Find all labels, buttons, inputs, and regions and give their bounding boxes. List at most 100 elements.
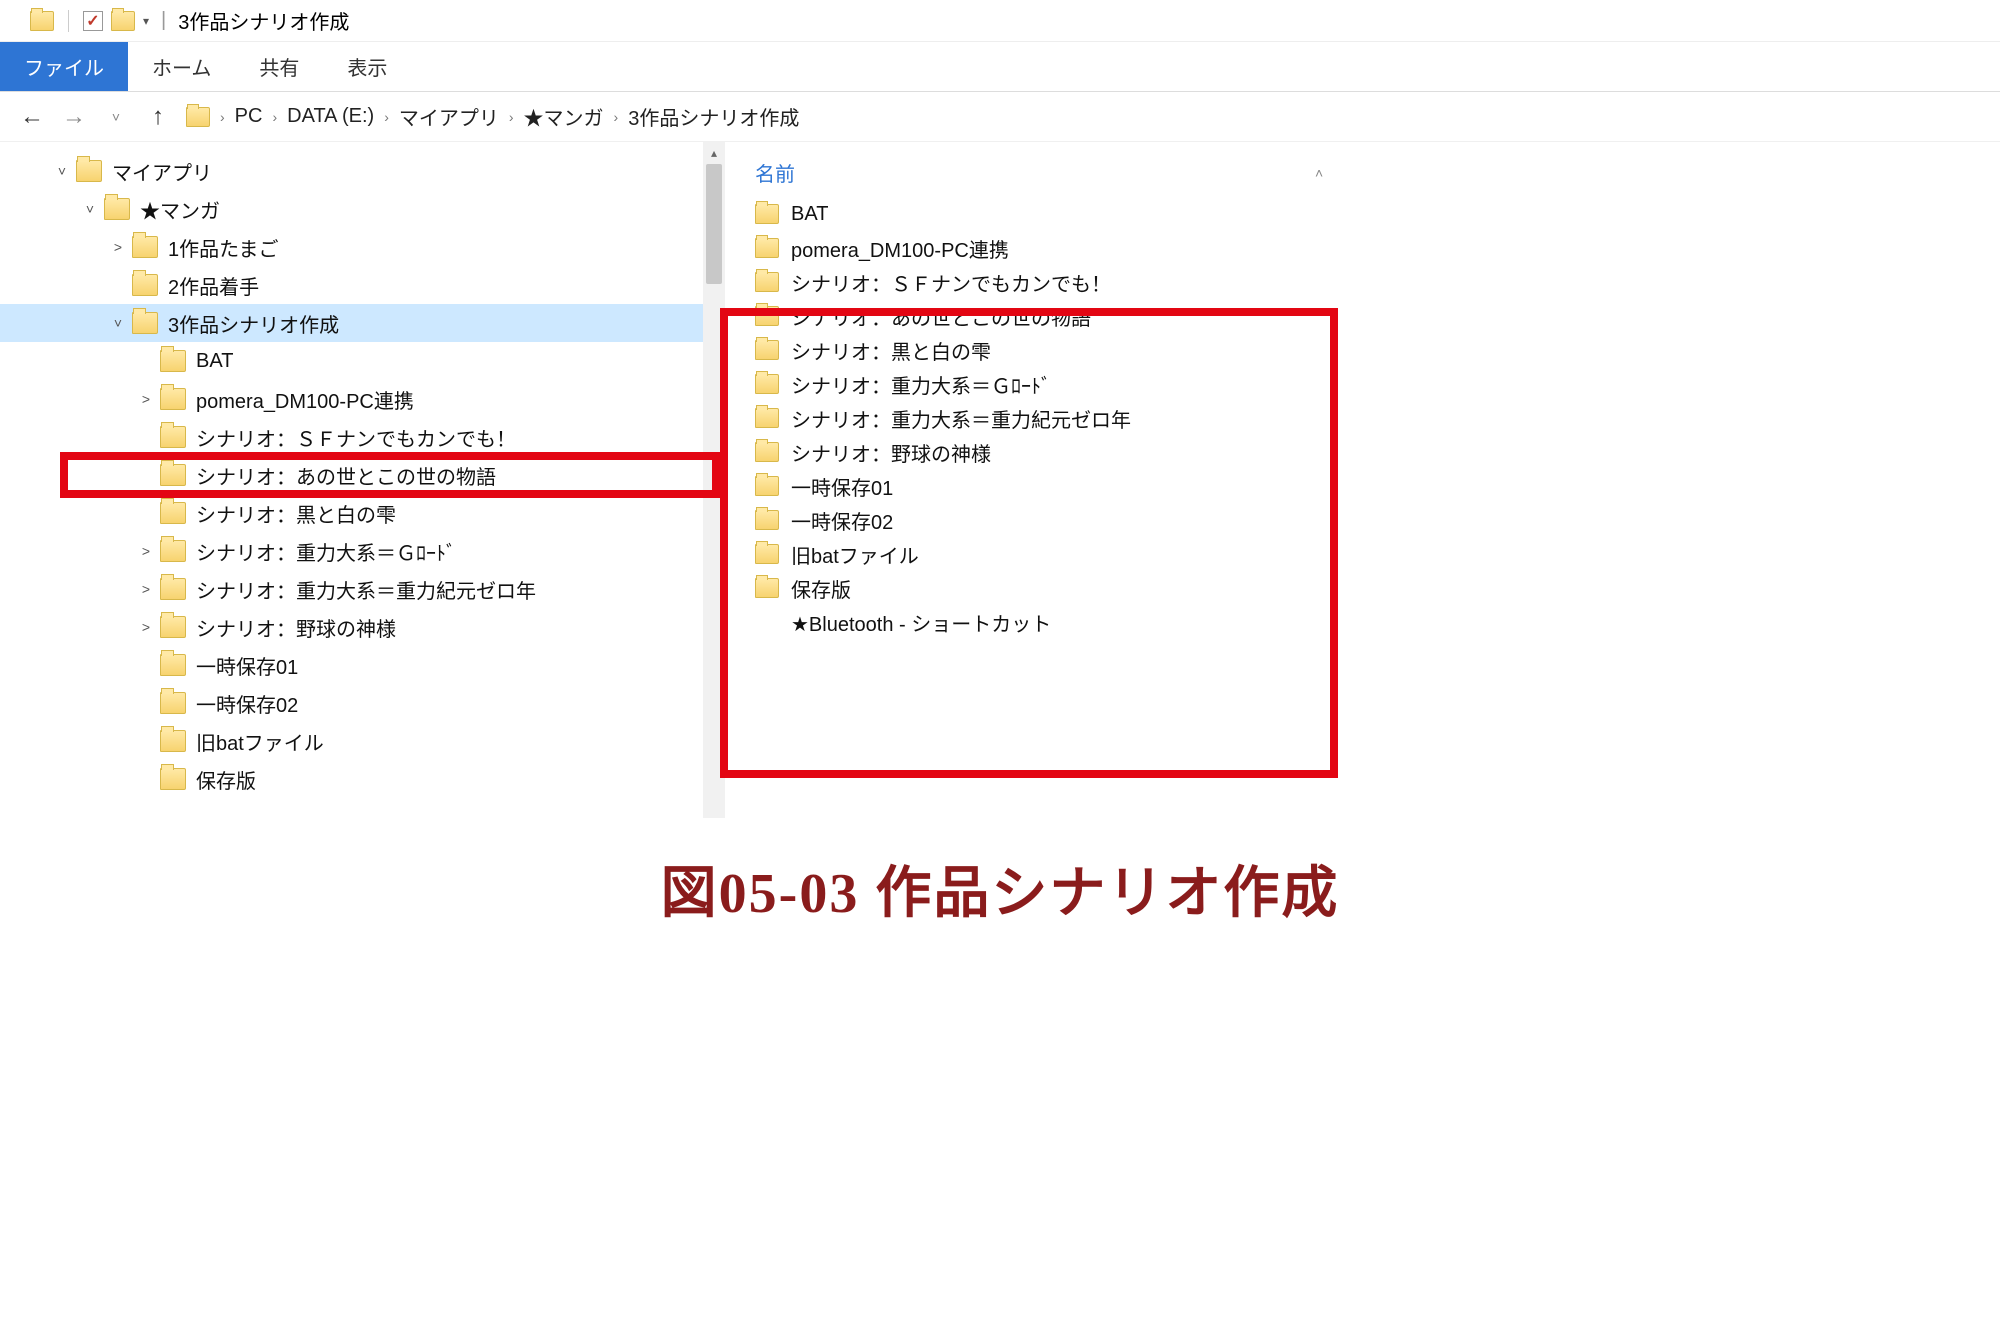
tree-item[interactable]: ˅ ★マンガ — [0, 190, 725, 228]
ribbon-tabs: ファイル ホーム 共有 表示 — [0, 42, 2000, 92]
tab-home[interactable]: ホーム — [128, 42, 235, 91]
tree-item-label: シナリオ：野球の神様 — [196, 613, 396, 642]
tree-item[interactable]: >2作品着手 — [0, 266, 725, 304]
tree-item-label: ★マンガ — [140, 195, 220, 224]
qat-separator — [68, 10, 69, 32]
list-item[interactable]: pomera_DM100-PC連携 — [755, 231, 1990, 265]
breadcrumb[interactable]: › PC › DATA (E:) › マイアプリ › ★マンガ › 3作品シナリ… — [186, 102, 799, 131]
folder-icon — [160, 540, 186, 562]
annotation-box-right — [720, 308, 1338, 778]
tree-item-label: pomera_DM100-PC連携 — [196, 385, 414, 414]
chevron-right-icon[interactable]: > — [132, 581, 160, 597]
folder-icon — [160, 578, 186, 600]
folder-icon — [76, 160, 102, 182]
content-area: ˅マイアプリ˅★マンガ>1作品たまご>2作品着手˅3作品シナリオ作成>BAT>p… — [0, 142, 2000, 929]
scroll-up-icon[interactable]: ▴ — [703, 142, 725, 164]
tree-item[interactable]: >シナリオ：黒と白の雫 — [0, 494, 725, 532]
folder-icon — [160, 692, 186, 714]
chevron-down-icon[interactable]: ˅ — [76, 201, 104, 217]
qat-dropdown[interactable]: ▾ — [143, 14, 149, 28]
tree-item-label: 一時保存01 — [196, 651, 298, 680]
folder-icon — [132, 274, 158, 296]
nav-up-button[interactable]: ↑ — [144, 103, 172, 131]
nav-back-button[interactable]: ← — [18, 103, 46, 131]
folder-icon — [755, 272, 779, 292]
folder-icon — [160, 502, 186, 524]
folder-icon — [132, 236, 158, 258]
breadcrumb-segment[interactable]: 3作品シナリオ作成 — [628, 102, 799, 131]
tree-item-label: シナリオ：重力大系＝重力紀元ゼロ年 — [196, 575, 536, 604]
tree-item[interactable]: >シナリオ：ＳＦナンでもカンでも！ — [0, 418, 725, 456]
folder-icon — [160, 388, 186, 410]
tree-item[interactable]: > pomera_DM100-PC連携 — [0, 380, 725, 418]
chevron-right-icon[interactable]: > — [104, 239, 132, 255]
chevron-right-icon[interactable]: › — [509, 109, 514, 125]
tree-item-label: 1作品たまご — [168, 233, 279, 262]
chevron-right-icon[interactable]: > — [132, 619, 160, 635]
titlebar: ✓ ▾ | 3作品シナリオ作成 — [0, 0, 2000, 42]
qat-folder-icon — [111, 11, 135, 31]
chevron-right-icon[interactable]: > — [132, 543, 160, 559]
breadcrumb-segment[interactable]: PC — [235, 105, 263, 128]
tree-item-label: 2作品着手 — [168, 271, 259, 300]
tab-share[interactable]: 共有 — [235, 42, 323, 91]
folder-icon — [132, 312, 158, 334]
nav-forward-button[interactable]: → — [60, 103, 88, 131]
column-header-name[interactable]: 名前 ˄ — [755, 152, 1990, 197]
title-separator: | — [161, 9, 166, 32]
tree-item[interactable]: ˅マイアプリ — [0, 152, 725, 190]
tree-item[interactable]: >旧batファイル — [0, 722, 725, 760]
sort-indicator-icon: ˄ — [1315, 165, 1323, 181]
tree-item[interactable]: >BAT — [0, 342, 725, 380]
qat-checkbox-button[interactable]: ✓ — [83, 11, 103, 31]
tree-item-label: 旧batファイル — [196, 727, 324, 756]
breadcrumb-segment[interactable]: ★マンガ — [524, 102, 604, 131]
tree-item-label: 3作品シナリオ作成 — [168, 309, 339, 338]
folder-icon — [755, 238, 779, 258]
tab-view[interactable]: 表示 — [323, 42, 411, 91]
chevron-right-icon[interactable]: › — [220, 109, 225, 125]
breadcrumb-folder-icon — [186, 107, 210, 127]
chevron-down-icon[interactable]: ˅ — [104, 315, 132, 331]
list-item-label: シナリオ：ＳＦナンでもカンでも！ — [791, 268, 1111, 297]
explorer-window: ✓ ▾ | 3作品シナリオ作成 ファイル ホーム 共有 表示 ← → ˅ ↑ ›… — [0, 0, 2000, 929]
folder-icon — [160, 350, 186, 372]
chevron-right-icon[interactable]: › — [384, 109, 389, 125]
tree-item[interactable]: >一時保存01 — [0, 646, 725, 684]
tree-item[interactable]: >1作品たまご — [0, 228, 725, 266]
tree-item[interactable]: > シナリオ：重力大系＝Ｇﾛｰﾄﾞ — [0, 532, 725, 570]
chevron-right-icon[interactable]: › — [272, 109, 277, 125]
annotation-box-left — [60, 452, 720, 498]
tab-file[interactable]: ファイル — [0, 42, 128, 91]
nav-bar: ← → ˅ ↑ › PC › DATA (E:) › マイアプリ › ★マンガ … — [0, 92, 2000, 142]
breadcrumb-segment[interactable]: マイアプリ — [399, 102, 499, 131]
tree-item-label: 保存版 — [196, 765, 256, 794]
tree-item[interactable]: > シナリオ：重力大系＝重力紀元ゼロ年 — [0, 570, 725, 608]
check-icon: ✓ — [86, 11, 99, 31]
tree-item[interactable]: > シナリオ：野球の神様 — [0, 608, 725, 646]
tree-item-label: シナリオ：重力大系＝Ｇﾛｰﾄﾞ — [196, 537, 456, 566]
tree-item-label: BAT — [196, 350, 233, 373]
figure-caption: 図05-03 作品シナリオ作成 — [0, 818, 2000, 929]
chevron-right-icon[interactable]: > — [132, 391, 160, 407]
caption-text: 図05-03 作品シナリオ作成 — [661, 863, 1340, 925]
breadcrumb-segment[interactable]: DATA (E:) — [287, 105, 374, 128]
folder-icon — [160, 616, 186, 638]
list-item[interactable]: シナリオ：ＳＦナンでもカンでも！ — [755, 265, 1990, 299]
tree-item[interactable]: >保存版 — [0, 760, 725, 798]
folder-icon — [160, 426, 186, 448]
scroll-thumb[interactable] — [706, 164, 722, 284]
list-item[interactable]: BAT — [755, 197, 1990, 231]
nav-recent-dropdown[interactable]: ˅ — [102, 109, 130, 125]
folder-icon — [160, 768, 186, 790]
chevron-down-icon[interactable]: ˅ — [48, 163, 76, 179]
folder-icon — [160, 654, 186, 676]
tree-item[interactable]: >一時保存02 — [0, 684, 725, 722]
chevron-right-icon[interactable]: › — [614, 109, 619, 125]
app-icon — [30, 11, 54, 31]
tree-item-label: シナリオ：ＳＦナンでもカンでも！ — [196, 423, 516, 452]
folder-icon — [160, 730, 186, 752]
tree-item[interactable]: ˅ 3作品シナリオ作成 — [0, 304, 725, 342]
folder-icon — [104, 198, 130, 220]
tree-item-label: シナリオ：黒と白の雫 — [196, 499, 396, 528]
